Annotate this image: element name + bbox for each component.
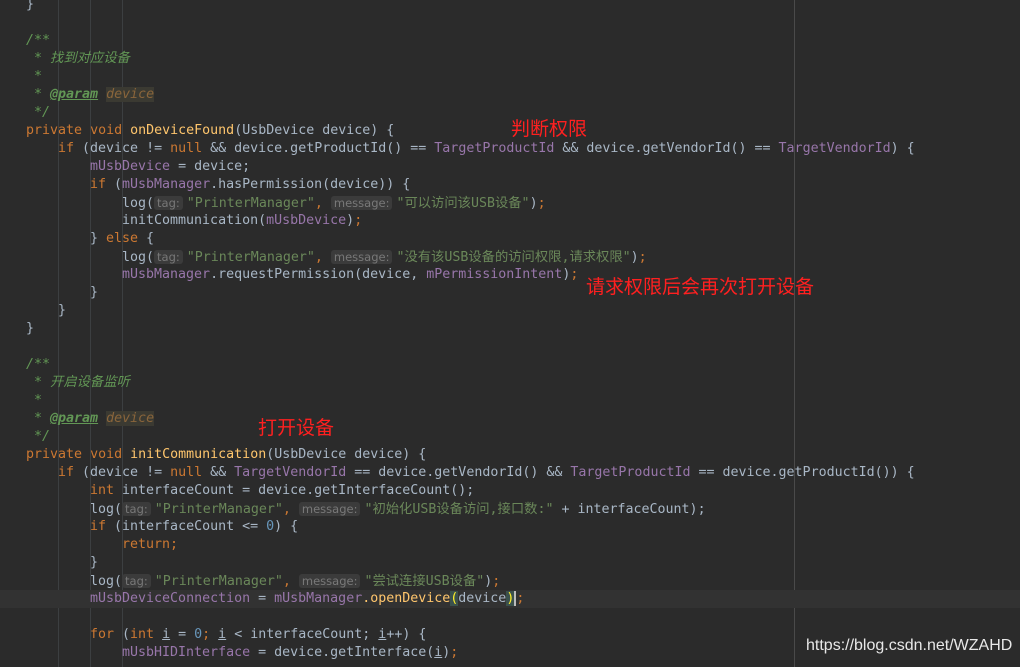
annotation-judge-permission: 判断权限 [511, 118, 588, 140]
code-line[interactable]: return; [0, 536, 1020, 554]
code-line[interactable]: mUsbManager.requestPermission(device, mP… [0, 266, 1020, 284]
parameter-hint: tag: [122, 574, 151, 588]
code-line[interactable]: * 开启设备监听 [0, 374, 1020, 392]
code-line[interactable]: /** [0, 356, 1020, 374]
current-code-line[interactable]: mUsbDeviceConnection = mUsbManager.openD… [0, 590, 1020, 608]
code-line[interactable]: * [0, 68, 1020, 86]
parameter-hint: tag: [154, 250, 183, 264]
code-line[interactable]: int interfaceCount = device.getInterface… [0, 482, 1020, 500]
code-editor[interactable]: } /** * 找到对应设备 * * @param device */ priv… [0, 0, 1020, 667]
method-name: onDeviceFound [130, 123, 235, 138]
code-line[interactable]: } [0, 302, 1020, 320]
parameter-hint: message: [330, 250, 393, 264]
annotation-reopen-device: 请求权限后会再次打开设备 [586, 276, 815, 298]
parameter-hint: tag: [122, 502, 151, 516]
code-line[interactable]: * @param device [0, 410, 1020, 428]
code-line[interactable]: * [0, 392, 1020, 410]
watermark-url: https://blog.csdn.net/WZAHD [806, 637, 1013, 654]
code-line[interactable]: private void onDeviceFound(UsbDevice dev… [0, 122, 1020, 140]
code-line[interactable]: if (mUsbManager.hasPermission(device)) { [0, 176, 1020, 194]
parameter-hint: message: [298, 574, 361, 588]
code-line[interactable]: initCommunication(mUsbDevice); [0, 212, 1020, 230]
code-line[interactable]: */ [0, 104, 1020, 122]
code-line[interactable]: if (device != null && TargetVendorId == … [0, 464, 1020, 482]
code-line[interactable]: } [0, 0, 1020, 14]
code-line[interactable]: } else { [0, 230, 1020, 248]
code-line[interactable]: if (device != null && device.getProductI… [0, 140, 1020, 158]
matching-paren: ) [506, 591, 515, 606]
method-name: initCommunication [130, 447, 267, 462]
code-line[interactable]: } [0, 320, 1020, 338]
code-line[interactable]: log(tag: "PrinterManager", message: "没有该US… [0, 248, 1020, 266]
code-line[interactable]: */ [0, 428, 1020, 446]
code-line[interactable]: private void initCommunication(UsbDevice… [0, 446, 1020, 464]
code-line[interactable]: * @param device [0, 86, 1020, 104]
code-line[interactable]: * 找到对应设备 [0, 50, 1020, 68]
code-line[interactable]: } [0, 554, 1020, 572]
annotation-open-device: 打开设备 [258, 417, 335, 439]
code-line[interactable]: if (interfaceCount <= 0) { [0, 518, 1020, 536]
code-line[interactable]: log(tag: "PrinterManager", message: "初始化US… [0, 500, 1020, 518]
parameter-hint: message: [330, 196, 393, 210]
code-line[interactable]: mUsbDevice = device; [0, 158, 1020, 176]
code-line[interactable]: log(tag: "PrinterManager", message: "尝试连接U… [0, 572, 1020, 590]
code-line[interactable]: } [0, 284, 1020, 302]
code-line[interactable]: log(tag: "PrinterManager", message: "可以访问该… [0, 194, 1020, 212]
parameter-hint: tag: [154, 196, 183, 210]
parameter-hint: message: [298, 502, 361, 516]
code-line[interactable]: /** [0, 32, 1020, 50]
